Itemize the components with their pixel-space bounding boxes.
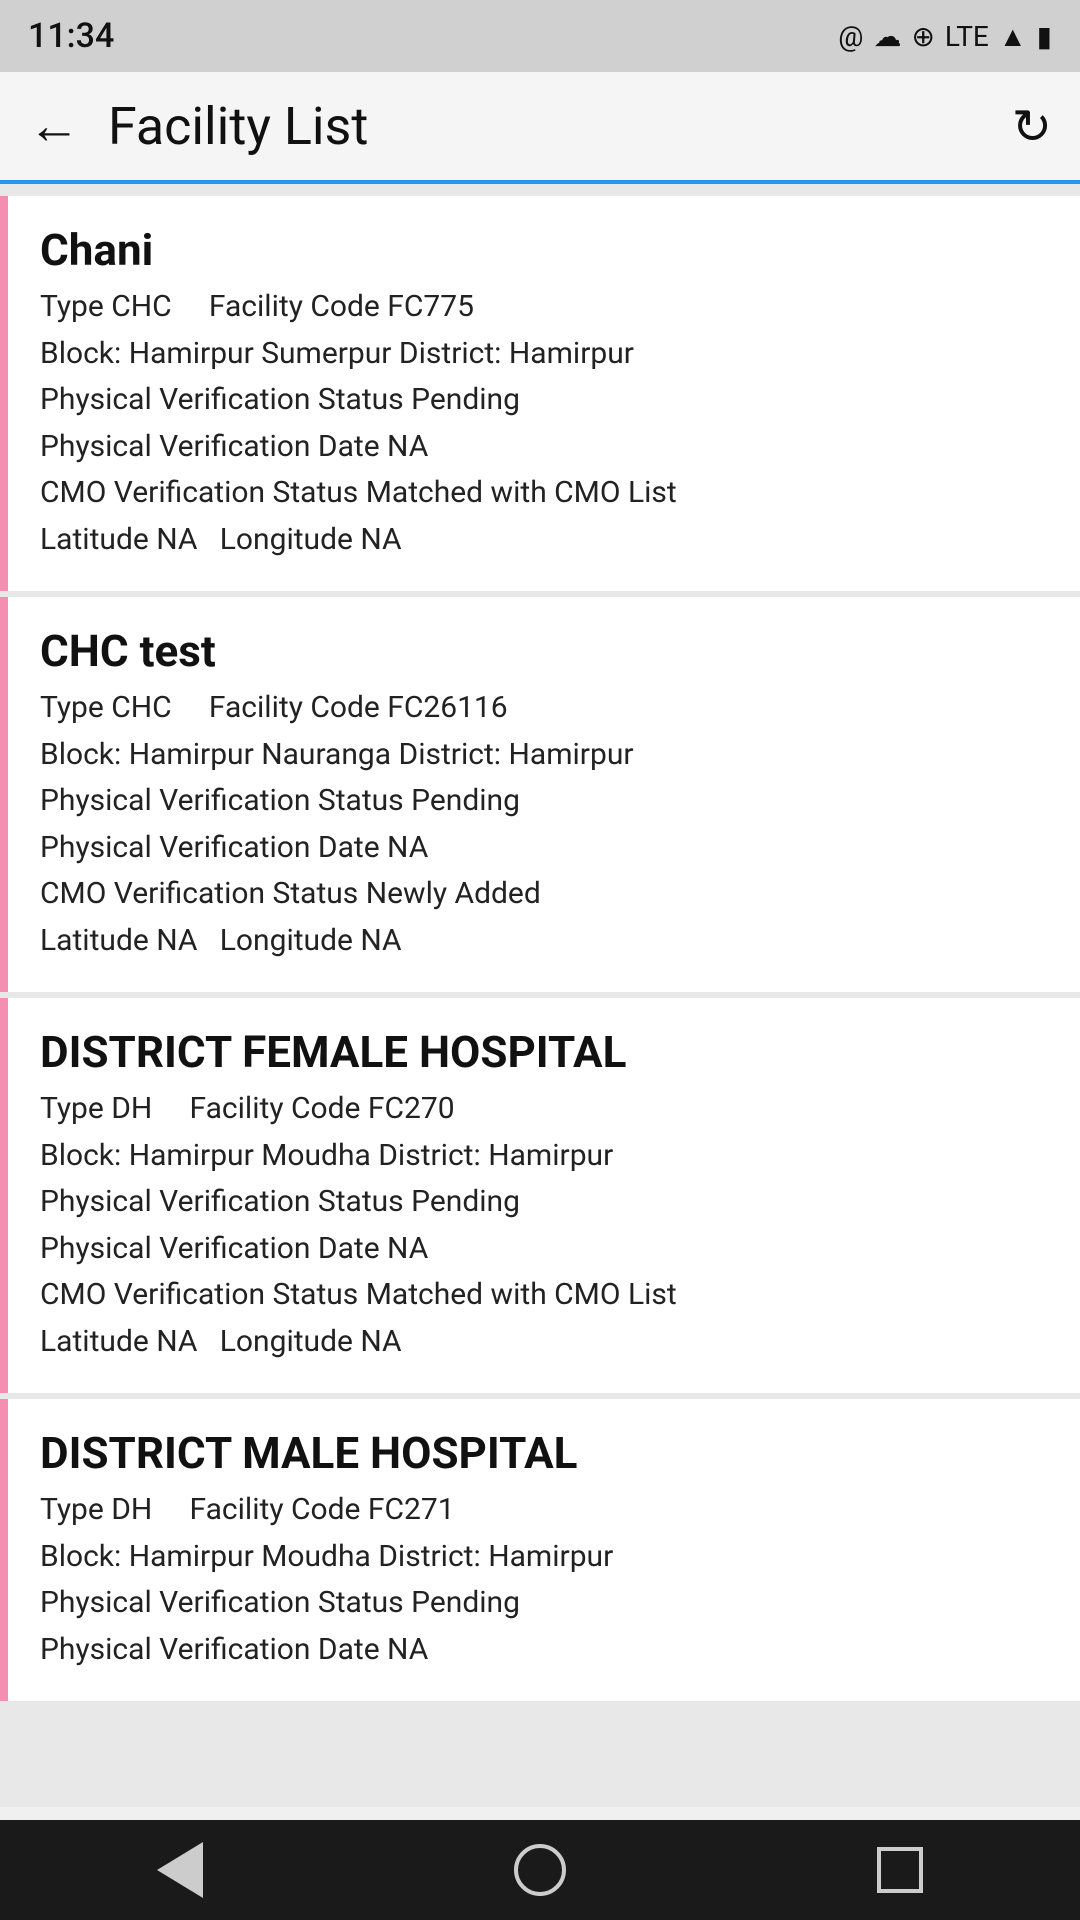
facility-lat-long: Latitude NA Longitude NA xyxy=(40,918,1048,965)
facility-block-district: Block: Hamirpur Moudha District: Hamirpu… xyxy=(40,1534,1048,1581)
facility-name: DISTRICT MALE HOSPITAL xyxy=(40,1427,1048,1479)
recent-nav-icon xyxy=(877,1847,923,1893)
facility-cmo-status: CMO Verification Status Newly Added xyxy=(40,871,1048,918)
recent-nav-button[interactable] xyxy=(870,1840,930,1900)
facility-pvs: Physical Verification Status Pending xyxy=(40,1580,1048,1627)
lte-label: LTE xyxy=(945,20,989,53)
facility-card-district-male-hospital[interactable]: DISTRICT MALE HOSPITAL Type DH Facility … xyxy=(0,1399,1080,1701)
facility-block-district: Block: Hamirpur Nauranga District: Hamir… xyxy=(40,732,1048,779)
facility-name: CHC test xyxy=(40,625,1048,677)
at-icon: @ xyxy=(838,20,863,53)
facility-pvd: Physical Verification Date NA xyxy=(40,825,1048,872)
back-nav-button[interactable] xyxy=(150,1840,210,1900)
status-icons: @ ☁ ⊕ LTE ▲ ▮ xyxy=(838,20,1052,53)
facility-pvd: Physical Verification Date NA xyxy=(40,424,1048,471)
facility-type-code: Type DH Facility Code FC270 xyxy=(40,1086,1048,1133)
facility-type-code: Type CHC Facility Code FC26116 xyxy=(40,685,1048,732)
facility-pvs: Physical Verification Status Pending xyxy=(40,778,1048,825)
facility-pvd: Physical Verification Date NA xyxy=(40,1226,1048,1273)
facility-block-district: Block: Hamirpur Sumerpur District: Hamir… xyxy=(40,331,1048,378)
facility-pvd: Physical Verification Date NA xyxy=(40,1627,1048,1674)
facility-card-district-female-hospital[interactable]: DISTRICT FEMALE HOSPITAL Type DH Facilit… xyxy=(0,998,1080,1393)
facility-pvs: Physical Verification Status Pending xyxy=(40,1179,1048,1226)
facility-lat-long: Latitude NA Longitude NA xyxy=(40,517,1048,564)
facility-block-district: Block: Hamirpur Moudha District: Hamirpu… xyxy=(40,1133,1048,1180)
facility-pvs: Physical Verification Status Pending xyxy=(40,377,1048,424)
location-icon: ⊕ xyxy=(911,20,934,53)
status-bar: 11:34 @ ☁ ⊕ LTE ▲ ▮ xyxy=(0,0,1080,72)
facility-type-code: Type CHC Facility Code FC775 xyxy=(40,284,1048,331)
status-time: 11:34 xyxy=(28,16,114,56)
facility-name: DISTRICT FEMALE HOSPITAL xyxy=(40,1026,1048,1078)
page-title: Facility List xyxy=(108,96,1012,157)
cloud-icon: ☁ xyxy=(873,20,901,53)
facility-list: Chani Type CHC Facility Code FC775 Block… xyxy=(0,184,1080,1807)
facility-lat-long: Latitude NA Longitude NA xyxy=(40,1319,1048,1366)
facility-card-chani[interactable]: Chani Type CHC Facility Code FC775 Block… xyxy=(0,196,1080,591)
home-nav-icon xyxy=(514,1844,566,1896)
home-nav-button[interactable] xyxy=(510,1840,570,1900)
facility-cmo-status: CMO Verification Status Matched with CMO… xyxy=(40,1272,1048,1319)
facility-name: Chani xyxy=(40,224,1048,276)
facility-cmo-status: CMO Verification Status Matched with CMO… xyxy=(40,470,1048,517)
bottom-navigation xyxy=(0,1820,1080,1920)
facility-card-chc-test[interactable]: CHC test Type CHC Facility Code FC26116 … xyxy=(0,597,1080,992)
back-button[interactable]: ← xyxy=(28,100,80,152)
app-bar: ← Facility List ↻ xyxy=(0,72,1080,184)
refresh-button[interactable]: ↻ xyxy=(1012,98,1052,155)
battery-icon: ▮ xyxy=(1037,20,1052,53)
signal-icon: ▲ xyxy=(999,20,1027,53)
back-nav-icon xyxy=(157,1842,203,1898)
facility-type-code: Type DH Facility Code FC271 xyxy=(40,1487,1048,1534)
